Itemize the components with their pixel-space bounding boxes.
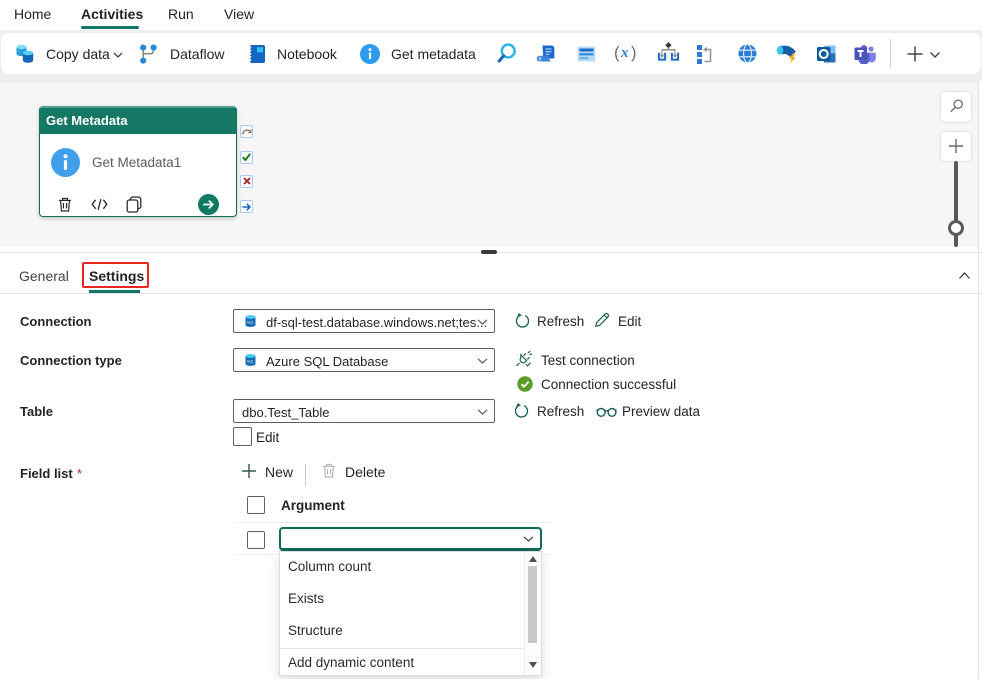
svg-text:SQL: SQL — [246, 320, 255, 325]
svg-text:SQL: SQL — [246, 359, 255, 364]
